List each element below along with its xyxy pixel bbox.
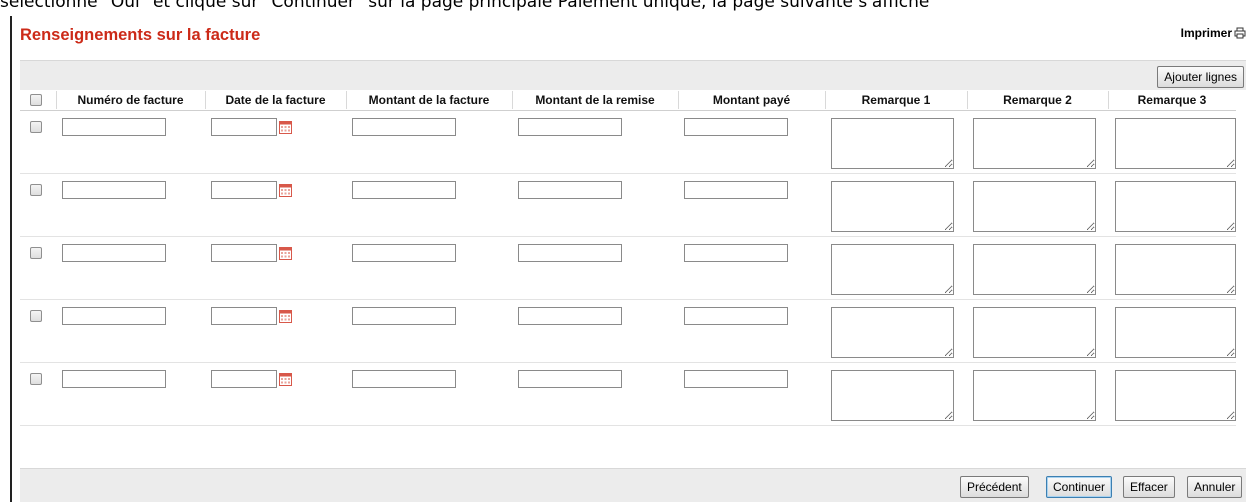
invoice-amount-input[interactable] bbox=[352, 244, 456, 262]
column-header-invoice-number: Numéro de facture bbox=[77, 93, 184, 107]
remark-3-textarea[interactable] bbox=[1115, 244, 1236, 295]
cancel-button[interactable]: Annuler bbox=[1187, 476, 1243, 498]
calendar-icon[interactable] bbox=[279, 184, 292, 197]
invoice-date-input[interactable] bbox=[211, 307, 277, 325]
table-row bbox=[20, 111, 1236, 174]
amount-paid-input[interactable] bbox=[684, 244, 788, 262]
discount-amount-input[interactable] bbox=[518, 181, 622, 199]
amount-paid-input[interactable] bbox=[684, 307, 788, 325]
calendar-icon[interactable] bbox=[279, 310, 292, 323]
row-select-checkbox[interactable] bbox=[30, 184, 42, 196]
invoice-date-input[interactable] bbox=[211, 181, 277, 199]
remark-2-textarea[interactable] bbox=[973, 307, 1096, 358]
remark-2-textarea[interactable] bbox=[973, 370, 1096, 421]
invoice-amount-input[interactable] bbox=[352, 370, 456, 388]
column-header-remark-2: Remarque 2 bbox=[1003, 93, 1072, 107]
invoice-number-input[interactable] bbox=[62, 244, 166, 262]
remark-1-textarea[interactable] bbox=[831, 118, 954, 169]
table-row bbox=[20, 300, 1236, 363]
toolbar-top: Ajouter lignes bbox=[20, 60, 1246, 90]
remark-2-textarea[interactable] bbox=[973, 181, 1096, 232]
column-header-remark-1: Remarque 1 bbox=[861, 93, 931, 107]
table-row bbox=[20, 237, 1236, 300]
discount-amount-input[interactable] bbox=[518, 244, 622, 262]
table-body bbox=[20, 111, 1236, 426]
previous-button[interactable]: Précédent bbox=[960, 476, 1029, 498]
invoice-amount-input[interactable] bbox=[352, 118, 456, 136]
row-select-checkbox[interactable] bbox=[30, 310, 42, 322]
remark-1-textarea[interactable] bbox=[831, 370, 954, 421]
invoice-date-input[interactable] bbox=[211, 370, 277, 388]
invoice-amount-input[interactable] bbox=[352, 307, 456, 325]
remark-2-textarea[interactable] bbox=[973, 118, 1096, 169]
print-link[interactable]: Imprimer bbox=[1181, 26, 1246, 40]
calendar-icon[interactable] bbox=[279, 121, 292, 134]
invoice-amount-input[interactable] bbox=[352, 181, 456, 199]
remark-3-textarea[interactable] bbox=[1115, 307, 1236, 358]
remark-3-textarea[interactable] bbox=[1115, 370, 1236, 421]
amount-paid-input[interactable] bbox=[684, 118, 788, 136]
row-select-checkbox[interactable] bbox=[30, 121, 42, 133]
invoice-number-input[interactable] bbox=[62, 118, 166, 136]
invoice-date-input[interactable] bbox=[211, 118, 277, 136]
column-header-invoice-amount: Montant de la facture bbox=[368, 93, 490, 107]
invoice-number-input[interactable] bbox=[62, 181, 166, 199]
table-row bbox=[20, 363, 1236, 426]
amount-paid-input[interactable] bbox=[684, 181, 788, 199]
invoice-date-input[interactable] bbox=[211, 244, 277, 262]
document-text-line: sélectionné "Oui" et cliqué sur "Continu… bbox=[0, 0, 930, 12]
printer-icon bbox=[1234, 27, 1246, 39]
remark-1-textarea[interactable] bbox=[831, 181, 954, 232]
invoice-number-input[interactable] bbox=[62, 307, 166, 325]
discount-amount-input[interactable] bbox=[518, 118, 622, 136]
calendar-icon[interactable] bbox=[279, 247, 292, 260]
invoice-table: Numéro de facture Date de la facture Mon… bbox=[20, 89, 1236, 426]
remark-1-textarea[interactable] bbox=[831, 307, 954, 358]
page-title: Renseignements sur la facture bbox=[20, 26, 261, 44]
column-header-invoice-date: Date de la facture bbox=[225, 93, 326, 107]
print-label: Imprimer bbox=[1180, 26, 1232, 40]
row-select-checkbox[interactable] bbox=[30, 247, 42, 259]
discount-amount-input[interactable] bbox=[518, 370, 622, 388]
toolbar-bottom: Précédent Continuer Effacer Annuler bbox=[20, 468, 1246, 502]
remark-3-textarea[interactable] bbox=[1115, 181, 1236, 232]
amount-paid-input[interactable] bbox=[684, 370, 788, 388]
table-header: Numéro de facture Date de la facture Mon… bbox=[20, 89, 1236, 111]
remark-3-textarea[interactable] bbox=[1115, 118, 1236, 169]
continue-button[interactable]: Continuer bbox=[1046, 476, 1113, 498]
column-header-amount-paid: Montant payé bbox=[712, 93, 791, 107]
column-header-discount-amount: Montant de la remise bbox=[535, 93, 655, 107]
table-row bbox=[20, 174, 1236, 237]
row-select-checkbox[interactable] bbox=[30, 373, 42, 385]
remark-1-textarea[interactable] bbox=[831, 244, 954, 295]
calendar-icon[interactable] bbox=[279, 373, 292, 386]
column-header-remark-3: Remarque 3 bbox=[1137, 93, 1207, 107]
remark-2-textarea[interactable] bbox=[973, 244, 1096, 295]
invoice-number-input[interactable] bbox=[62, 370, 166, 388]
select-all-checkbox[interactable] bbox=[30, 94, 42, 106]
clear-button[interactable]: Effacer bbox=[1123, 476, 1175, 498]
discount-amount-input[interactable] bbox=[518, 307, 622, 325]
add-rows-button[interactable]: Ajouter lignes bbox=[1157, 66, 1244, 88]
